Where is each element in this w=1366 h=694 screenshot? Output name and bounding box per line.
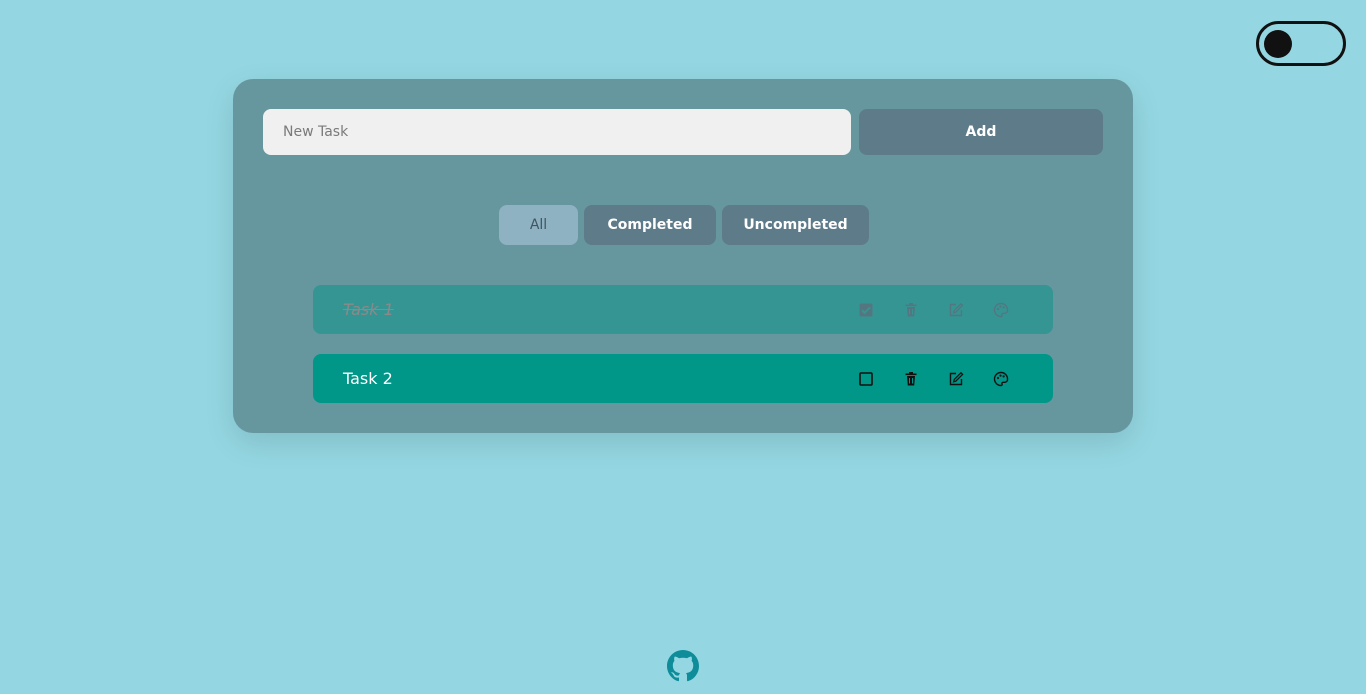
task-actions <box>843 367 1023 391</box>
add-button[interactable]: Add <box>859 109 1103 155</box>
toggle-knob <box>1264 30 1292 58</box>
filter-all-button[interactable]: All <box>499 205 578 245</box>
github-icon[interactable] <box>667 650 699 682</box>
edit-icon[interactable] <box>933 298 978 322</box>
trash-icon[interactable] <box>888 367 933 391</box>
task-title: Task 2 <box>343 369 393 388</box>
task-title: Task 1 <box>343 300 394 319</box>
checkbox-empty-icon[interactable] <box>843 367 888 391</box>
filter-completed-button[interactable]: Completed <box>584 205 716 245</box>
new-task-input[interactable] <box>263 109 851 155</box>
todo-card: Add All Completed Uncompleted Task 1 Tas… <box>233 79 1133 433</box>
theme-toggle[interactable] <box>1256 21 1346 66</box>
filter-tabs: All Completed Uncompleted <box>499 205 869 245</box>
task-item: Task 1 <box>313 285 1053 334</box>
palette-icon[interactable] <box>978 298 1023 322</box>
trash-icon[interactable] <box>888 298 933 322</box>
edit-icon[interactable] <box>933 367 978 391</box>
filter-uncompleted-button[interactable]: Uncompleted <box>722 205 869 245</box>
task-actions <box>843 298 1023 322</box>
checkbox-checked-icon[interactable] <box>843 298 888 322</box>
palette-icon[interactable] <box>978 367 1023 391</box>
task-item: Task 2 <box>313 354 1053 403</box>
